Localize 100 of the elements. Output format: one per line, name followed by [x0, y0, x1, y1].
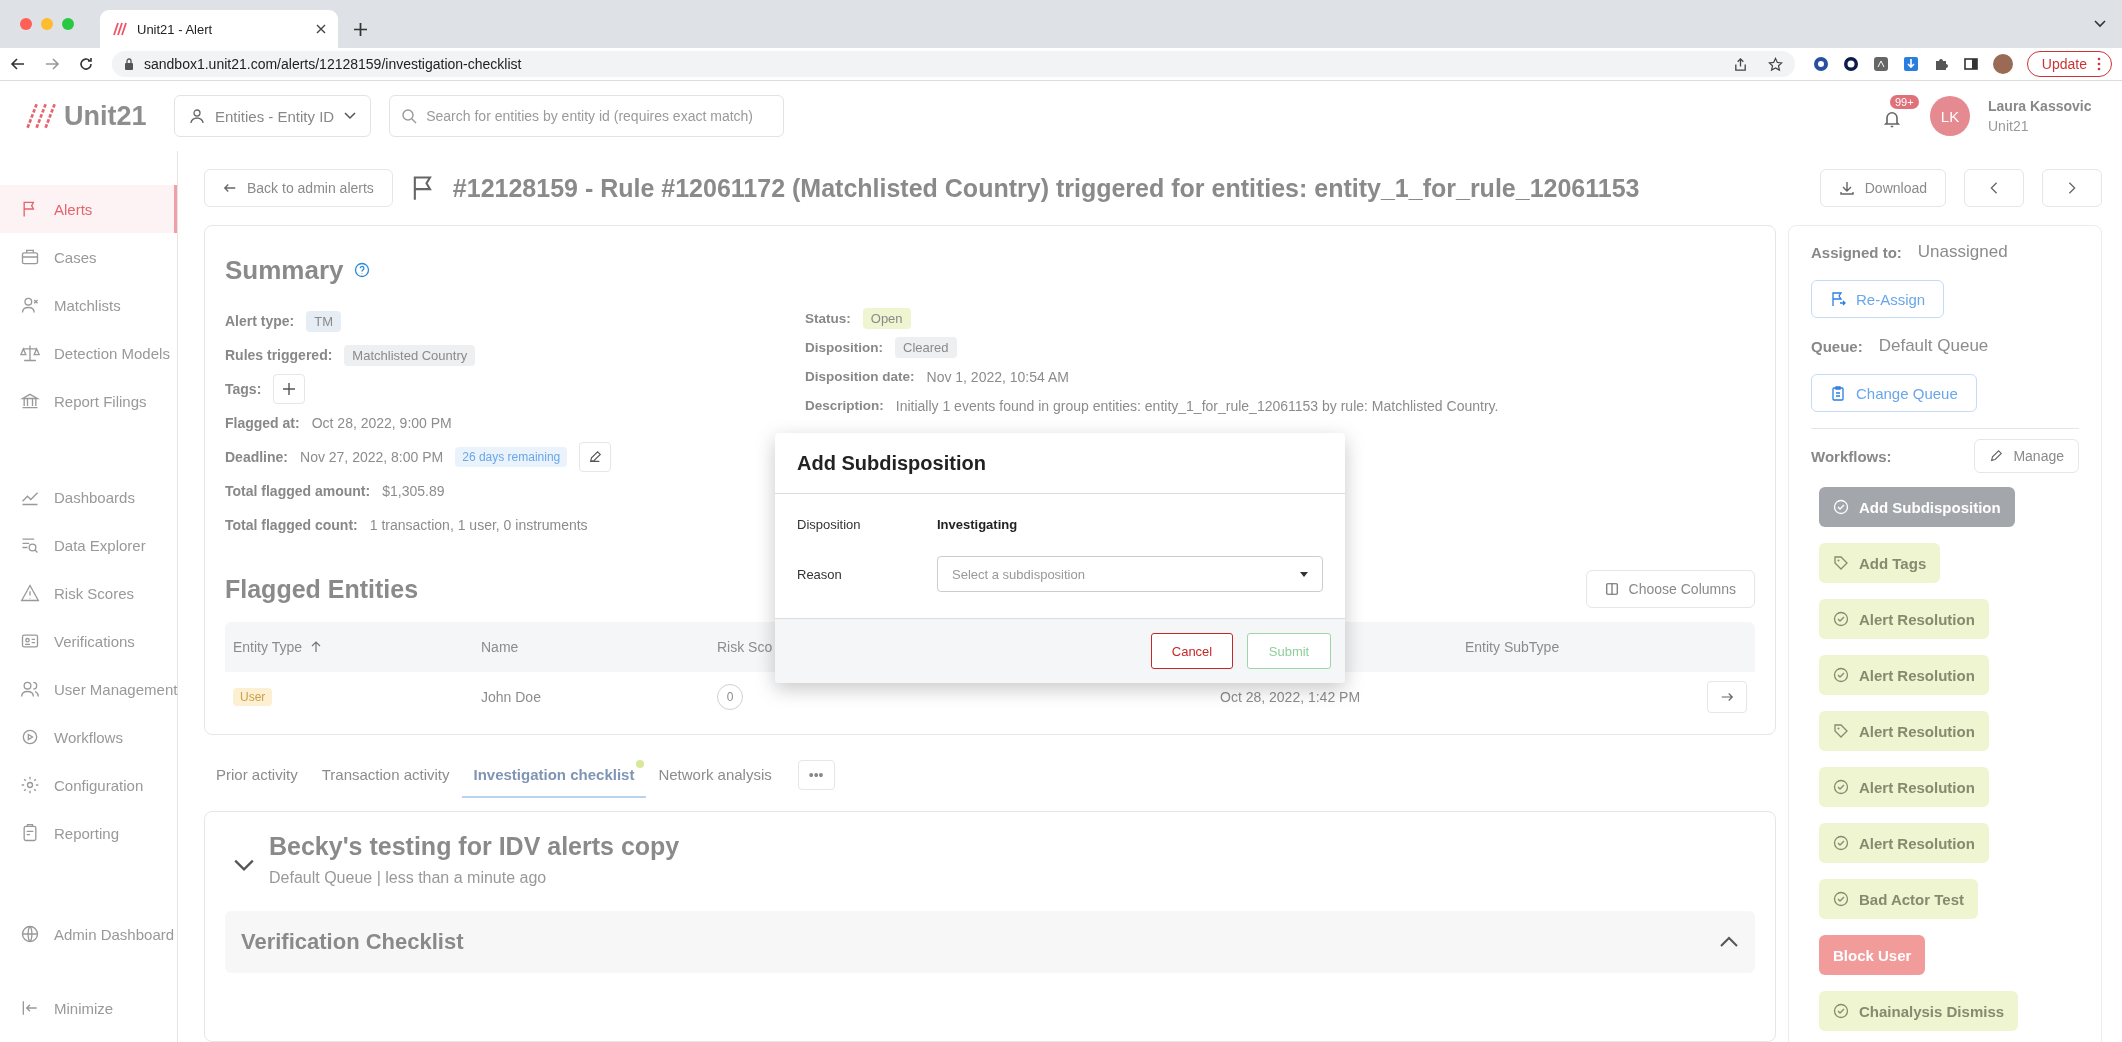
warning-icon: [20, 583, 40, 603]
workflow-button[interactable]: Add Subdisposition: [1819, 487, 2015, 527]
pencil-icon: [588, 450, 603, 464]
sidebar-item[interactable]: Verifications: [0, 617, 177, 665]
field-label: Reason: [797, 566, 843, 582]
star-icon[interactable]: [1767, 56, 1783, 72]
sidebar-icon[interactable]: [1962, 56, 1979, 72]
cancel-button[interactable]: Cancel: [1151, 633, 1233, 669]
plus-icon[interactable]: [354, 23, 367, 36]
chevron-icon[interactable]: [233, 858, 255, 872]
globe-icon: [20, 924, 40, 944]
sidebar-item[interactable]: Data Explorer: [0, 521, 177, 569]
more-tabs-button[interactable]: •••: [797, 760, 835, 790]
workflow-button[interactable]: Alert Resolution: [1819, 767, 1989, 807]
caret-down-icon: [1300, 571, 1308, 577]
arrow-left-icon: [223, 181, 237, 195]
manage-button[interactable]: Manage: [1974, 439, 2079, 473]
organization-name: Unit21: [1988, 118, 2030, 134]
user-avatar[interactable]: LK: [1930, 96, 1970, 136]
workflow-button[interactable]: Alert Resolution: [1819, 655, 1989, 695]
tab[interactable]: Prior activity: [204, 752, 310, 798]
sidebar-item[interactable]: Dashboards: [0, 473, 177, 521]
subdisposition-dropdown[interactable]: Select a subdisposition: [937, 556, 1323, 592]
bell-icon[interactable]: [1882, 109, 1902, 129]
checklist-section-header[interactable]: Verification Checklist: [225, 911, 1755, 973]
pencil-icon: [1989, 449, 2004, 463]
tag: Open: [862, 308, 911, 329]
remaining-badge: 26 days remaining: [455, 447, 568, 467]
profile-avatar[interactable]: [1992, 54, 2013, 74]
field-value: Default Queue: [1878, 336, 1989, 356]
sidebar-item[interactable]: Configuration: [0, 761, 177, 809]
entity-type-dropdown[interactable]: Entities - Entity ID: [174, 95, 372, 137]
tab[interactable]: Investigation checklist: [461, 752, 647, 798]
admin-dashboard-link[interactable]: Admin Dashboard: [0, 910, 177, 958]
sidebar-item[interactable]: User Management: [0, 665, 177, 713]
column-header[interactable]: Entity Type: [225, 639, 473, 655]
section-title: Verification Checklist: [241, 929, 464, 955]
download-icon: [1838, 180, 1855, 196]
column-header[interactable]: Entity SubType: [1457, 639, 1695, 655]
edit-button[interactable]: [579, 442, 612, 472]
sidebar-item[interactable]: Alerts: [0, 185, 177, 233]
reassign-button[interactable]: Re-Assign: [1811, 280, 1945, 318]
scale-icon: [20, 343, 40, 363]
sidebar-item[interactable]: Matchlists: [0, 281, 177, 329]
field-label: Disposition:: [805, 340, 883, 355]
browser-tab[interactable]: Unit21 - Alert: [100, 10, 338, 48]
sidebar-item[interactable]: Reporting: [0, 809, 177, 857]
add-tag-button[interactable]: [273, 374, 306, 404]
update-button[interactable]: Update: [2026, 51, 2112, 77]
section-title: Flagged Entities: [225, 574, 419, 604]
minimize-window-dot[interactable]: [41, 18, 53, 30]
workflow-button[interactable]: Alert Resolution: [1819, 711, 1989, 751]
reload-icon[interactable]: [78, 56, 94, 72]
forward-arrow-icon[interactable]: [44, 56, 60, 72]
chevron-down-icon[interactable]: [2094, 20, 2106, 28]
close-window-dot[interactable]: [20, 18, 32, 30]
share-icon[interactable]: [1732, 56, 1748, 72]
column-header[interactable]: Name: [473, 639, 709, 655]
search-field[interactable]: Search for entities by entity id (requires exact match): [389, 95, 785, 137]
check-circle-icon: [1833, 1003, 1849, 1019]
sidebar-item[interactable]: Cases: [0, 233, 177, 281]
user-name: Laura Kassovic: [1988, 98, 2093, 114]
tab[interactable]: Transaction activity: [309, 752, 462, 798]
extension-icon[interactable]: [1812, 56, 1829, 72]
field-label: Flagged at:: [225, 415, 300, 431]
table-cell: John Doe: [481, 689, 541, 705]
workflow-button[interactable]: Alert Resolution: [1819, 823, 1989, 863]
workflow-button[interactable]: Add Tags: [1819, 543, 1941, 583]
sidebar-item[interactable]: Detection Models: [0, 329, 177, 377]
workflow-button[interactable]: Block User: [1819, 935, 1926, 975]
zoom-window-dot[interactable]: [62, 18, 74, 30]
notification-badge: 99+: [1890, 95, 1919, 109]
field-label: Assigned to:: [1811, 243, 1902, 261]
lock-icon: [124, 58, 134, 70]
back-button[interactable]: Back to admin alerts: [204, 169, 393, 207]
tab[interactable]: Network analysis: [646, 752, 784, 798]
workflow-button[interactable]: Bad Actor Test: [1819, 879, 1978, 919]
entity-type-tag: User: [233, 688, 273, 706]
download-icon[interactable]: [1902, 56, 1919, 72]
back-arrow-icon[interactable]: [10, 56, 26, 72]
workflow-button[interactable]: Chainalysis Dismiss: [1819, 991, 2019, 1031]
address-bar[interactable]: sandbox1.unit21.com/alerts/12128159/investigation-checklist: [112, 51, 1795, 77]
workflow-button[interactable]: Alert Resolution: [1819, 599, 1989, 639]
ring-icon[interactable]: [1842, 56, 1859, 72]
change-queue-button[interactable]: Change Queue: [1811, 374, 1977, 412]
sidebar-item[interactable]: Report Filings: [0, 377, 177, 425]
users-icon: [20, 679, 40, 699]
minimize-button[interactable]: Minimize: [0, 984, 177, 1032]
extension-icon[interactable]: [1872, 56, 1889, 72]
field-value: Nov 1, 2022, 10:54 AM: [926, 368, 1069, 385]
sidebar-item[interactable]: Workflows: [0, 713, 177, 761]
sidebar-item[interactable]: Risk Scores: [0, 569, 177, 617]
choose-columns-button[interactable]: Choose Columns: [1585, 570, 1755, 608]
help-icon[interactable]: [353, 262, 370, 278]
field-value: Initially 1 events found in group entities: entity_1_for_rule_12061153 by rule: Matchlisted Country.: [895, 397, 1499, 414]
field-label: Status:: [805, 311, 851, 326]
close-icon[interactable]: [316, 24, 326, 34]
download-button[interactable]: Download: [1819, 169, 1946, 207]
tag: Cleared: [895, 337, 957, 358]
field-label: Disposition date:: [805, 369, 915, 384]
